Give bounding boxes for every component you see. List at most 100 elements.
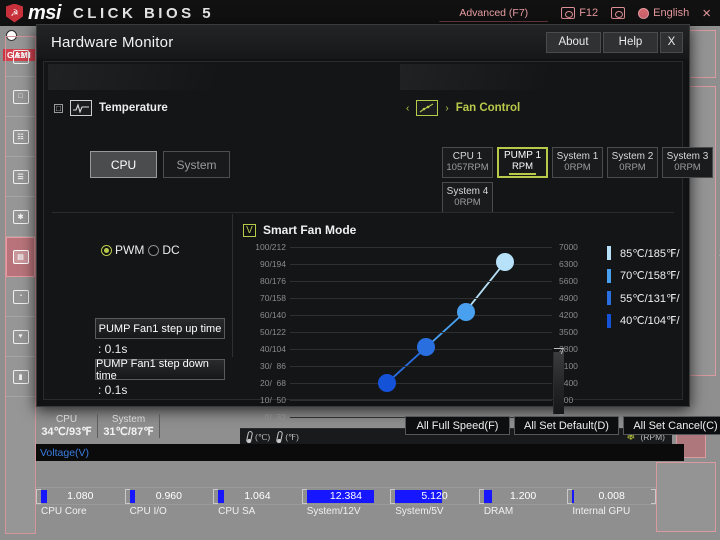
rail-item-storage[interactable]: ▮	[6, 357, 35, 397]
smart-fan-checkbox[interactable]: V	[243, 223, 256, 237]
expand-icon[interactable]: □	[54, 103, 63, 113]
about-button[interactable]: About	[546, 31, 601, 53]
rail-item-display[interactable]: □	[6, 77, 35, 117]
bg-panel-bottom-right	[656, 462, 716, 532]
voltage-value: 1.064	[244, 490, 271, 502]
thermometer-icon	[276, 430, 284, 444]
y-axis-right-tick: 7000	[559, 242, 578, 252]
fan-curve-point-3[interactable]	[456, 302, 475, 321]
fan-tab-system-3[interactable]: System 3 0RPM	[662, 147, 713, 178]
legend-swatch	[607, 246, 611, 261]
fan-control-section-title: Fan Control	[455, 102, 521, 114]
hardware-monitor-icon: ▤	[12, 250, 29, 264]
thermometer-icon	[245, 430, 254, 444]
close-dialog-button[interactable]: X	[660, 31, 683, 53]
top-header-bar: ☭ msi CLICK BIOS 5 Advanced (F7) F12 Eng…	[0, 0, 720, 26]
chart-gridline	[290, 366, 552, 367]
step-up-time-value[interactable]: : 0.1s	[98, 342, 127, 356]
search-icon[interactable]	[611, 7, 626, 19]
y-axis-right-tick: 6300	[559, 259, 578, 269]
step-down-time-value[interactable]: : 0.1s	[98, 383, 127, 397]
voltage-value: 5.120	[421, 490, 448, 502]
fan-tab-system-2[interactable]: System 2 0RPM	[607, 147, 658, 178]
tab-cpu[interactable]: CPU	[90, 151, 157, 178]
fan-tab-value: 0RPM	[674, 161, 701, 173]
fan-curve-point-4[interactable]	[495, 253, 514, 272]
screenshot-control[interactable]: F12	[561, 7, 598, 19]
horizontal-divider	[52, 212, 674, 213]
voltage-value: 1.200	[509, 490, 537, 502]
fan-tab-cpu-1[interactable]: CPU 1 1057RPM	[442, 147, 493, 178]
all-set-default-button[interactable]: All Set Default(D)	[514, 416, 619, 435]
fan-curve-chart[interactable]	[290, 247, 552, 418]
legend-temperature: 85℃/185℉/	[620, 247, 680, 260]
rail-item-tools[interactable]: ✱	[6, 197, 35, 237]
celsius-unit-group: (℃)	[245, 430, 270, 444]
voltage-cell-6: 1.200	[478, 488, 568, 504]
current-fan-speed-indicator	[553, 352, 564, 414]
radio-dc-indicator	[148, 244, 160, 256]
fan-tab-value: 1057RPM	[446, 161, 489, 173]
step-up-time-label[interactable]: PUMP Fan1 step up time	[95, 318, 225, 339]
radio-pwm[interactable]: PWM	[101, 243, 144, 257]
fan-control-section-header: ‹ › Fan Control	[406, 100, 520, 116]
y-axis-right-tick: 4900	[559, 293, 578, 303]
rail-item-ez[interactable]: EZ	[6, 37, 35, 77]
fan-tab-value: RPM	[508, 161, 537, 175]
fan-curve-point-2[interactable]	[417, 338, 436, 357]
status-system-temp: System 31℃/87℉	[98, 414, 160, 438]
fan-tab-system-4[interactable]: System 4 0RPM	[442, 182, 493, 213]
voltage-label: CPU SA	[218, 506, 256, 517]
voltage-cell-5: 5.120	[390, 488, 479, 504]
all-set-cancel-button[interactable]: All Set Cancel(C)	[623, 416, 720, 435]
rail-item-grid[interactable]: ☷	[6, 117, 35, 157]
fan-tab-system-1[interactable]: System 1 0RPM	[552, 147, 603, 178]
fan-control-chart-icon	[416, 100, 439, 116]
rail-item-boot[interactable]: ◔	[6, 277, 35, 317]
voltage-section-header: Voltage(V)	[36, 444, 684, 461]
voltage-value: 0.008	[598, 490, 625, 502]
msi-logo: ☭ msi CLICK BIOS 5	[0, 2, 214, 25]
rail-item-favorites[interactable]: ♥	[6, 317, 35, 357]
brand-text: msi	[28, 1, 61, 24]
fan-tab-value: 0RPM	[619, 161, 646, 173]
y-axis-left-tick: 0/ 32	[262, 412, 286, 422]
smart-fan-mode-toggle[interactable]: V Smart Fan Mode	[243, 223, 356, 237]
language-control[interactable]: English	[638, 7, 689, 19]
temperature-section-title: Temperature	[99, 102, 168, 114]
status-cpu-label: CPU	[55, 414, 78, 425]
prev-fan-icon[interactable]: ‹	[406, 103, 409, 114]
fan-curve-point-1[interactable]	[377, 374, 396, 392]
voltage-cell-3: 1.064	[213, 488, 302, 504]
voltage-header-label: Voltage(V)	[40, 446, 90, 459]
y-axis-left-tick: 80/176	[260, 276, 286, 286]
product-text: CLICK BIOS 5	[72, 4, 215, 22]
voltage-cell-4: 12.384	[301, 488, 391, 504]
tab-system[interactable]: System	[163, 151, 230, 178]
dialog-body: □ Temperature CPU System ‹ › Fan Control…	[43, 61, 720, 445]
fahrenheit-unit-group: (℉)	[276, 430, 299, 444]
status-temperature-bar: CPU 34℃/93℉ System 31℃/87℉	[36, 412, 170, 440]
y-axis-left-tick: 40/104	[260, 344, 286, 354]
all-full-speed-button[interactable]: All Full Speed(F)	[405, 416, 510, 435]
advanced-mode-tag[interactable]: Advanced (F7)	[439, 5, 548, 22]
next-fan-icon[interactable]: ›	[445, 103, 448, 114]
globe-icon	[638, 7, 650, 19]
step-down-time-label[interactable]: PUMP Fan1 step down time	[95, 358, 225, 382]
help-button[interactable]: Help	[603, 31, 658, 53]
chart-gridline	[290, 383, 552, 384]
voltage-label: DRAM	[483, 506, 514, 517]
voltage-label: CPU I/O	[129, 506, 167, 517]
fan-tab-pump-1[interactable]: PUMP 1 RPM	[497, 147, 548, 178]
close-icon[interactable]: ×	[702, 6, 711, 21]
radio-dc[interactable]: DC	[148, 243, 180, 257]
legend-row-4: 40℃/104℉/13%	[607, 310, 720, 333]
boot-icon: ◔	[12, 289, 29, 304]
fan-mode-radio-group: PWM DC	[101, 243, 180, 257]
dialog-title: Hardware Monitor	[51, 33, 174, 51]
fan-tab-list: CPU 1 1057RPM PUMP 1 RPM System 1 0RPM S…	[442, 147, 720, 213]
rail-item-hardware-monitor[interactable]: ▤	[6, 237, 35, 277]
legend-swatch	[607, 268, 611, 283]
rail-item-list[interactable]: ☰	[6, 157, 35, 197]
legend-row-2: 70℃/158℉/63%	[607, 265, 720, 288]
